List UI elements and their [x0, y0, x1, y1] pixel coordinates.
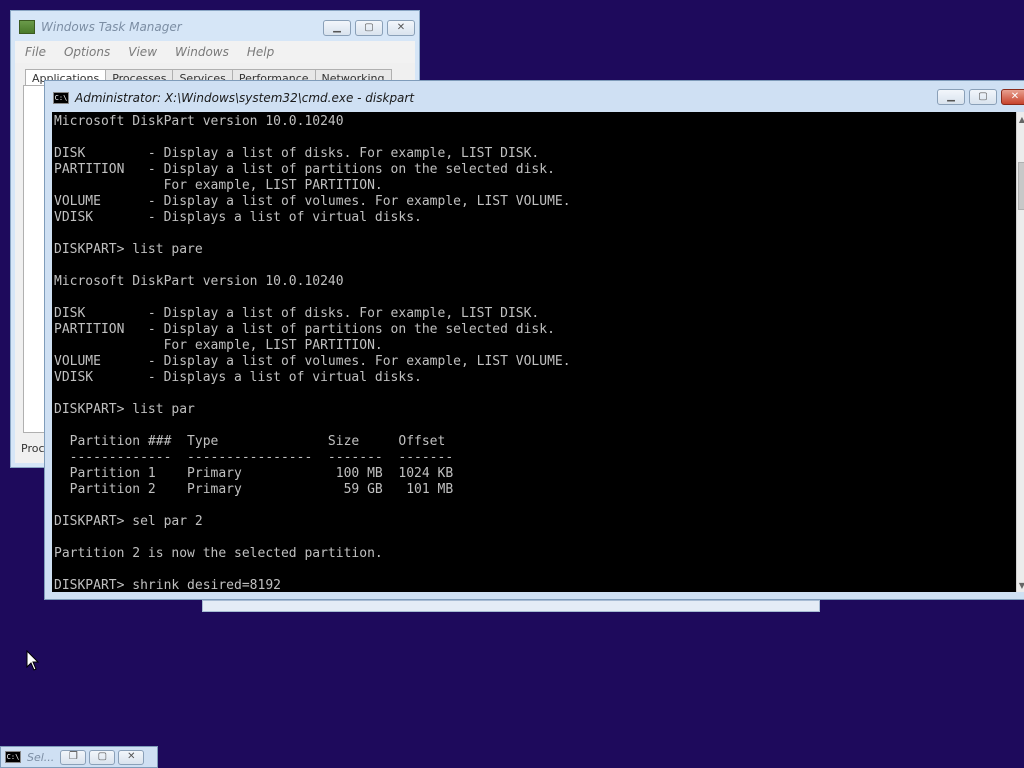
minimize-button[interactable]: ▁ — [323, 20, 351, 36]
menu-options[interactable]: Options — [64, 45, 110, 59]
console-line: For example, LIST PARTITION. — [54, 338, 383, 353]
maximize-button[interactable]: ▢ — [355, 20, 383, 36]
console-line: DISKPART> shrink desired=8192 — [54, 578, 281, 592]
console-text: Microsoft DiskPart version 10.0.10240 DI… — [52, 112, 1016, 592]
console-line: DISK - Display a list of disks. For exam… — [54, 146, 540, 161]
cmd-window[interactable]: C:\ Administrator: X:\Windows\system32\c… — [44, 80, 1024, 600]
minimize-icon: ▁ — [947, 91, 955, 102]
mouse-cursor-icon — [26, 650, 40, 671]
console-line: PARTITION - Display a list of partitions… — [54, 322, 555, 337]
cmd-maximize-button[interactable]: ▢ — [969, 89, 997, 105]
close-button[interactable]: ✕ — [118, 749, 145, 765]
cmd-titlebar[interactable]: C:\ Administrator: X:\Windows\system32\c… — [53, 87, 1024, 109]
console-line: Microsoft DiskPart version 10.0.10240 — [54, 114, 344, 129]
task-manager-title: Windows Task Manager — [41, 20, 182, 34]
console-scrollbar[interactable]: ▲ ▼ — [1016, 112, 1024, 592]
console-line: DISKPART> list pare — [54, 242, 203, 257]
cmd-app-icon: C:\ — [53, 92, 69, 104]
console-line: VOLUME - Display a list of volumes. For … — [54, 354, 571, 369]
maximize-icon: ▢ — [97, 751, 108, 762]
console-line: Partition 2 Primary 59 GB 101 MB — [54, 482, 454, 497]
menu-help[interactable]: Help — [247, 45, 274, 59]
console-line: DISKPART> sel par 2 — [54, 514, 203, 529]
cmd-minimize-button[interactable]: ▁ — [937, 89, 965, 105]
console-line: Partition 2 is now the selected partitio… — [54, 546, 383, 561]
close-icon: ✕ — [127, 751, 136, 762]
maximize-icon: ▢ — [978, 91, 988, 102]
console-line: VOLUME - Display a list of volumes. For … — [54, 194, 571, 209]
menu-view[interactable]: View — [128, 45, 157, 59]
cmd-title: Administrator: X:\Windows\system32\cmd.e… — [75, 91, 415, 105]
console-line: DISKPART> list par — [54, 402, 195, 417]
task-manager-app-icon — [19, 20, 35, 34]
restore-icon: ❐ — [68, 751, 78, 762]
menu-windows[interactable]: Windows — [175, 45, 229, 59]
minimized-cmd-window[interactable]: C:\ Sel... ❐ ▢ ✕ — [0, 746, 158, 768]
close-icon: ✕ — [1010, 91, 1020, 102]
console-line: VDISK - Displays a list of virtual disks… — [54, 210, 422, 225]
task-manager-menubar: File Options View Windows Help — [15, 41, 415, 63]
maximize-button[interactable]: ▢ — [89, 749, 116, 765]
scrollbar-thumb[interactable] — [1018, 162, 1024, 210]
window-edge-strip — [202, 600, 820, 612]
console-line: Microsoft DiskPart version 10.0.10240 — [54, 274, 344, 289]
console-line: Partition 1 Primary 100 MB 1024 KB — [54, 466, 454, 481]
cmd-controls: ▁ ▢ ✕ — [937, 89, 1024, 105]
minimized-title: Sel... — [27, 750, 55, 764]
close-button[interactable]: ✕ — [387, 20, 415, 36]
maximize-icon: ▢ — [364, 22, 374, 33]
restore-button[interactable]: ❐ — [60, 749, 87, 765]
scroll-down-arrow-icon[interactable]: ▼ — [1017, 578, 1024, 592]
menu-file[interactable]: File — [25, 45, 46, 59]
console-output[interactable]: Microsoft DiskPart version 10.0.10240 DI… — [52, 112, 1016, 592]
console-line: ------------- ---------------- ------- -… — [54, 450, 454, 465]
console-line: VDISK - Displays a list of virtual disks… — [54, 370, 422, 385]
console-line: PARTITION - Display a list of partitions… — [54, 162, 555, 177]
close-icon: ✕ — [396, 22, 406, 33]
console-line: For example, LIST PARTITION. — [54, 178, 383, 193]
scroll-up-arrow-icon[interactable]: ▲ — [1017, 112, 1024, 126]
cmd-close-button[interactable]: ✕ — [1001, 89, 1024, 105]
console-line: DISK - Display a list of disks. For exam… — [54, 306, 540, 321]
task-manager-controls: ▁ ▢ ✕ — [323, 20, 415, 36]
cmd-app-icon: C:\ — [5, 751, 21, 763]
minimize-icon: ▁ — [333, 22, 341, 33]
console-line: Partition ### Type Size Offset — [54, 434, 446, 449]
